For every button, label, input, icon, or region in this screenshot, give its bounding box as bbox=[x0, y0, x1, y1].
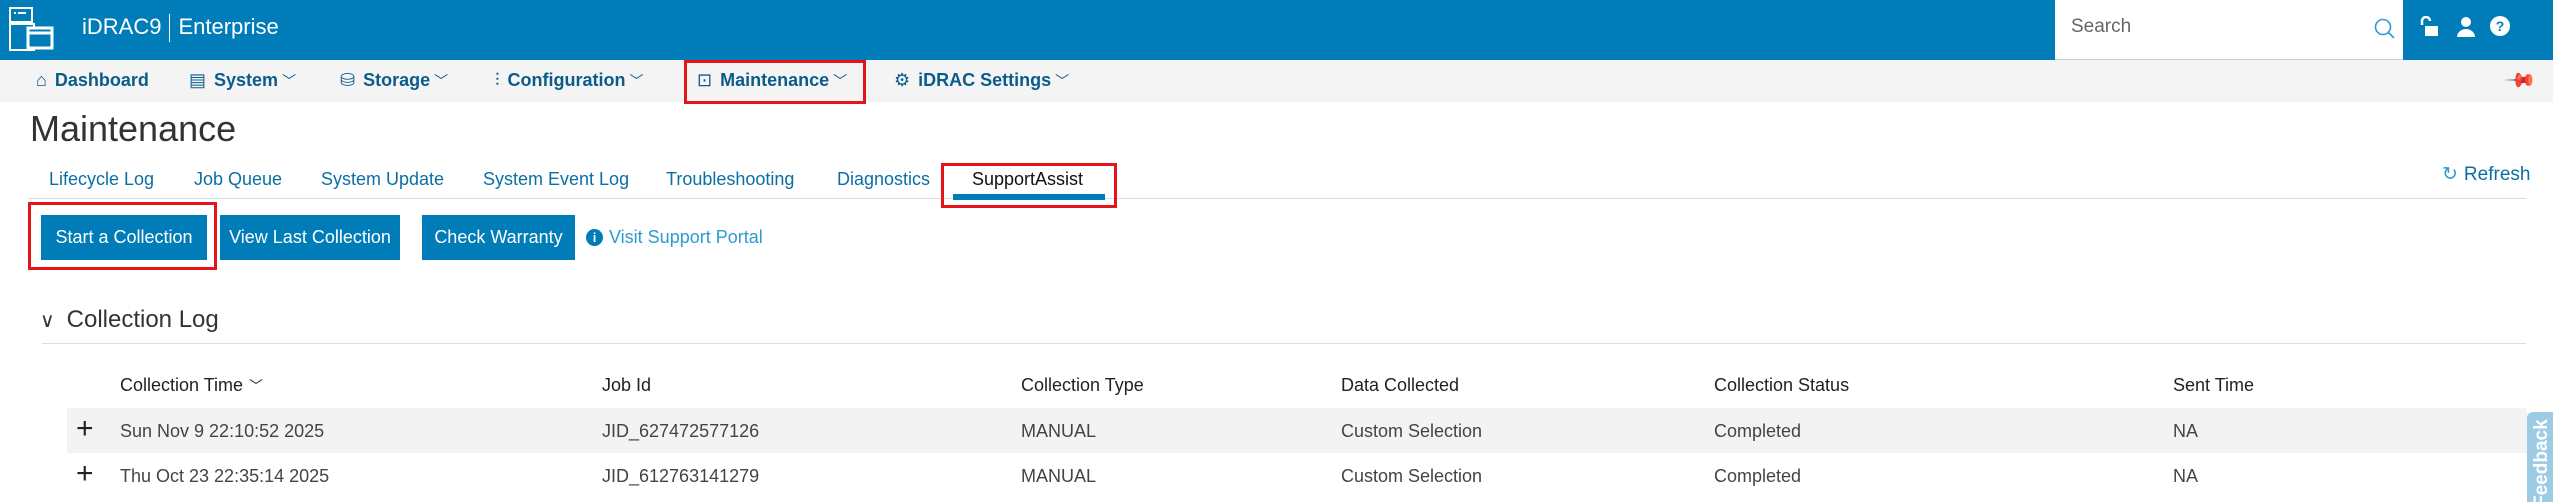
expand-plus-icon[interactable]: + bbox=[76, 459, 94, 489]
check-warranty-button[interactable]: Check Warranty bbox=[422, 215, 575, 260]
unlock-icon[interactable] bbox=[2418, 16, 2440, 38]
search-icon[interactable] bbox=[2373, 17, 2397, 41]
search-box[interactable] bbox=[2055, 0, 2403, 60]
link-label: Visit Support Portal bbox=[609, 227, 763, 247]
section-title: Collection Log bbox=[66, 306, 219, 333]
cell-collection-type: MANUAL bbox=[1021, 466, 1097, 486]
database-icon: ⛁ bbox=[340, 70, 356, 90]
home-icon: ⌂ bbox=[36, 70, 47, 90]
feedback-tab[interactable]: Feedback bbox=[2527, 412, 2553, 502]
nav-system[interactable]: ▤ System ﹀ bbox=[189, 70, 296, 91]
tab-job-queue[interactable]: Job Queue bbox=[194, 169, 282, 190]
brand-name: iDRAC9 bbox=[82, 14, 162, 39]
tab-diagnostics[interactable]: Diagnostics bbox=[837, 169, 930, 190]
feedback-label: Feedback bbox=[2531, 419, 2552, 502]
tab-system-update[interactable]: System Update bbox=[321, 169, 444, 190]
cell-collection-status: Completed bbox=[1714, 421, 1802, 441]
server-icon: ▤ bbox=[189, 70, 207, 90]
cell-collection-type: MANUAL bbox=[1021, 421, 1097, 441]
sort-chevron-icon: ﹀ bbox=[249, 378, 264, 394]
column-header-job-id: Job Id bbox=[602, 375, 652, 395]
nav-storage[interactable]: ⛁ Storage ﹀ bbox=[340, 70, 448, 91]
nav-label: Dashboard bbox=[54, 70, 149, 90]
chevron-down-icon: ﹀ bbox=[434, 73, 449, 89]
cell-data-collected: Custom Selection bbox=[1341, 421, 1483, 441]
cell-job-id: JID_612763141279 bbox=[602, 466, 760, 486]
highlight-box bbox=[684, 60, 866, 104]
view-last-collection-button[interactable]: View Last Collection bbox=[220, 215, 400, 260]
nav-configuration[interactable]: ⫶ Configuration ﹀ bbox=[495, 70, 643, 91]
column-header-collection-status: Collection Status bbox=[1714, 375, 1850, 395]
expand-plus-icon[interactable]: + bbox=[76, 414, 94, 444]
refresh-button[interactable]: ↻ Refresh bbox=[2442, 163, 2530, 186]
tab-system-event-log[interactable]: System Event Log bbox=[483, 169, 629, 190]
collection-log-header[interactable]: ∨ Collection Log bbox=[40, 306, 219, 334]
idrac-logo-icon bbox=[9, 7, 54, 51]
column-header-collection-type: Collection Type bbox=[1021, 375, 1144, 395]
divider bbox=[169, 14, 171, 43]
column-header-collection-time[interactable]: Collection Time ﹀ bbox=[120, 375, 263, 396]
search-input[interactable] bbox=[2071, 16, 2351, 38]
brand-title: iDRAC9 Enterprise bbox=[82, 14, 279, 43]
brand-edition: Enterprise bbox=[178, 14, 279, 39]
cell-job-id: JID_627472577126 bbox=[602, 421, 760, 441]
tab-troubleshooting[interactable]: Troubleshooting bbox=[666, 169, 794, 190]
chevron-down-icon: ﹀ bbox=[1055, 73, 1070, 89]
divider bbox=[42, 343, 2526, 344]
cell-collection-time: Sun Nov 9 22:10:52 2025 bbox=[120, 421, 325, 441]
cell-collection-time: Thu Oct 23 22:35:14 2025 bbox=[120, 466, 330, 486]
user-icon[interactable] bbox=[2455, 16, 2477, 38]
highlight-box bbox=[28, 202, 217, 270]
help-icon[interactable]: ? bbox=[2490, 16, 2510, 36]
refresh-icon: ↻ bbox=[2442, 164, 2458, 185]
cell-collection-status: Completed bbox=[1714, 466, 1802, 486]
chevron-down-icon: ﹀ bbox=[282, 73, 297, 89]
divider bbox=[28, 198, 2526, 199]
nav-label: Configuration bbox=[507, 70, 626, 90]
visit-support-portal-link[interactable]: i Visit Support Portal bbox=[586, 227, 763, 248]
refresh-label: Refresh bbox=[2463, 164, 2531, 185]
nav-idrac-settings[interactable]: ⚙ iDRAC Settings ﹀ bbox=[894, 70, 1069, 91]
cell-sent-time: NA bbox=[2173, 466, 2199, 486]
table-row bbox=[67, 408, 2527, 453]
info-icon: i bbox=[586, 229, 603, 246]
chevron-down-icon: ∨ bbox=[40, 310, 55, 332]
cell-data-collected: Custom Selection bbox=[1341, 466, 1483, 486]
chevron-down-icon: ﹀ bbox=[629, 73, 644, 89]
column-header-sent-time: Sent Time bbox=[2173, 375, 2255, 395]
nav-label: System bbox=[214, 70, 279, 90]
nav-dashboard[interactable]: ⌂ Dashboard bbox=[36, 70, 149, 91]
sliders-icon: ⫶ bbox=[495, 70, 500, 90]
nav-label: Storage bbox=[363, 70, 431, 90]
cell-sent-time: NA bbox=[2173, 421, 2199, 441]
gears-icon: ⚙ bbox=[894, 70, 911, 90]
table-row bbox=[67, 453, 2527, 498]
highlight-box bbox=[941, 163, 1117, 208]
tab-lifecycle-log[interactable]: Lifecycle Log bbox=[49, 169, 154, 190]
column-header-data-collected: Data Collected bbox=[1341, 375, 1460, 395]
page-title: Maintenance bbox=[30, 108, 237, 149]
nav-label: iDRAC Settings bbox=[918, 70, 1052, 90]
column-label: Collection Time bbox=[120, 375, 244, 395]
